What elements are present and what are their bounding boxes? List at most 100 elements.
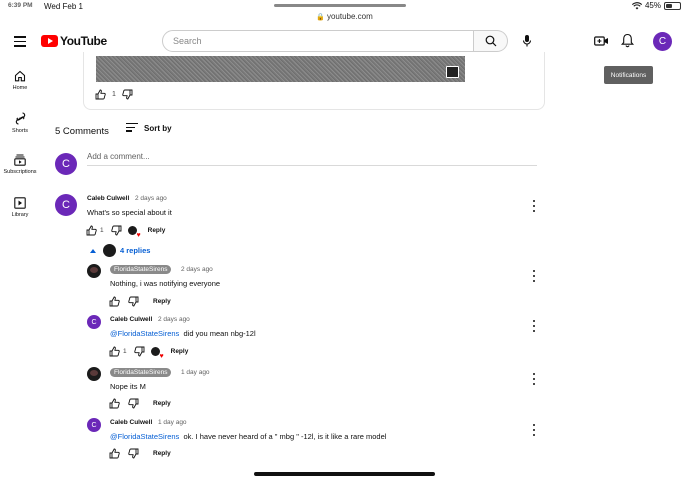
reply-actions: Reply	[109, 448, 171, 459]
reply-button[interactable]: Reply	[153, 450, 171, 457]
sort-by-label: Sort by	[144, 124, 172, 134]
creator-heart-icon	[127, 226, 141, 239]
reply-author[interactable]: FloridaStateSirens	[110, 265, 172, 274]
like-icon[interactable]	[109, 296, 120, 307]
search-button[interactable]	[474, 30, 508, 52]
bell-icon	[620, 33, 635, 48]
post-actions: 1	[95, 89, 133, 100]
search-placeholder: Search	[173, 36, 202, 46]
like-count: 1	[123, 348, 127, 355]
reply-body: ok. I have never heard of a " mbg " -12l…	[183, 432, 387, 441]
wifi-icon	[631, 1, 642, 9]
dislike-icon[interactable]	[128, 296, 139, 307]
creator-heart-icon	[150, 347, 164, 360]
reply-time[interactable]: 1 day ago	[158, 419, 187, 426]
reply-actions: 1 Reply	[109, 346, 189, 360]
like-icon[interactable]	[86, 225, 97, 236]
menu-icon[interactable]	[14, 36, 26, 47]
replies-toggle[interactable]: 4 replies	[90, 244, 150, 257]
battery-percent: 45%	[644, 1, 661, 10]
avatar[interactable]	[87, 264, 101, 278]
mic-button[interactable]	[520, 33, 534, 49]
battery-icon	[664, 1, 681, 10]
avatar[interactable]: C	[87, 418, 101, 432]
create-video-icon	[594, 36, 608, 46]
sort-icon	[126, 123, 138, 134]
sidebar-item-label: Subscriptions	[3, 169, 37, 175]
reply-actions: Reply	[109, 398, 171, 409]
reply-button[interactable]: Reply	[153, 400, 171, 407]
reply-author[interactable]: Caleb Culwell	[110, 419, 152, 426]
avatar[interactable]: C	[87, 315, 101, 329]
avatar[interactable]	[87, 367, 101, 381]
comment-time[interactable]: 2 days ago	[135, 195, 167, 202]
dislike-icon[interactable]	[128, 398, 139, 409]
search-input[interactable]: Search	[162, 30, 474, 52]
like-icon[interactable]	[109, 398, 120, 409]
reply-actions: Reply	[109, 296, 171, 307]
reply-text: Nothing, i was notifying everyone	[110, 279, 221, 288]
comment-author[interactable]: Caleb Culwell	[87, 195, 129, 202]
notifications-button[interactable]	[620, 33, 635, 53]
more-options-icon[interactable]	[531, 320, 537, 332]
comment-text: What's so special about it	[87, 208, 172, 217]
notifications-tooltip: Notifications	[604, 66, 653, 84]
reply-button[interactable]: Reply	[153, 298, 171, 305]
dislike-icon[interactable]	[110, 225, 122, 236]
reply-author[interactable]: FloridaStateSirens	[110, 368, 172, 377]
sidebar-item-library[interactable]: Library	[0, 197, 40, 218]
sort-by-button[interactable]: Sort by	[126, 123, 172, 134]
more-options-icon[interactable]	[531, 373, 537, 385]
sidebar-item-label: Shorts	[12, 128, 28, 134]
reply-text: @FloridaStateSirens ok. I have never hea…	[110, 432, 386, 441]
search-icon	[485, 35, 496, 47]
home-icon	[14, 70, 26, 82]
address-bar[interactable]: 🔒 youtube.com	[0, 12, 689, 21]
reply-time[interactable]: 1 day ago	[181, 369, 210, 376]
post-like-count: 1	[112, 91, 116, 98]
youtube-play-icon	[41, 35, 58, 47]
post-image[interactable]	[96, 56, 465, 82]
like-icon[interactable]	[95, 89, 106, 100]
url-text: youtube.com	[326, 12, 373, 21]
add-comment-input[interactable]: Add a comment...	[87, 152, 537, 166]
home-indicator[interactable]	[254, 472, 435, 476]
library-icon	[14, 197, 26, 209]
create-button[interactable]	[594, 34, 609, 52]
comments-count: 5 Comments	[55, 126, 109, 137]
more-options-icon[interactable]	[531, 200, 537, 212]
reply-button[interactable]: Reply	[148, 227, 166, 234]
status-right: 45%	[631, 1, 681, 10]
reply-text: @FloridaStateSirens did you mean nbg-12l	[110, 329, 256, 338]
avatar: C	[55, 153, 77, 175]
more-options-icon[interactable]	[531, 270, 537, 282]
like-icon[interactable]	[109, 448, 120, 459]
sidebar-item-shorts[interactable]: Shorts	[0, 112, 40, 134]
logo-text: YouTube	[60, 34, 107, 48]
shorts-icon	[15, 112, 25, 125]
replies-toggle-label: 4 replies	[120, 246, 151, 255]
multitasking-indicator[interactable]	[274, 4, 406, 7]
sidebar-item-home[interactable]: Home	[0, 70, 40, 91]
dislike-icon[interactable]	[122, 89, 133, 100]
lock-icon: 🔒	[316, 14, 325, 21]
youtube-logo[interactable]: YouTube	[41, 34, 107, 48]
comment-actions: 1 Reply	[86, 225, 166, 239]
reply-text: Nope its M	[110, 382, 146, 391]
status-time: 6:39 PM	[8, 2, 33, 9]
reply-time[interactable]: 2 days ago	[158, 316, 190, 323]
mention-link[interactable]: @FloridaStateSirens	[110, 329, 179, 338]
dislike-icon[interactable]	[133, 346, 145, 357]
reply-button[interactable]: Reply	[171, 348, 189, 355]
reply-author[interactable]: Caleb Culwell	[110, 316, 152, 323]
sidebar-item-label: Home	[12, 85, 28, 91]
account-avatar[interactable]: C	[653, 32, 672, 51]
like-count: 1	[100, 227, 104, 234]
mention-link[interactable]: @FloridaStateSirens	[110, 432, 179, 441]
like-icon[interactable]	[109, 346, 120, 357]
more-options-icon[interactable]	[531, 424, 537, 436]
dislike-icon[interactable]	[128, 448, 139, 459]
avatar[interactable]: C	[55, 194, 77, 216]
reply-time[interactable]: 2 days ago	[181, 266, 213, 273]
sidebar-item-subscriptions[interactable]: Subscriptions	[0, 154, 40, 175]
